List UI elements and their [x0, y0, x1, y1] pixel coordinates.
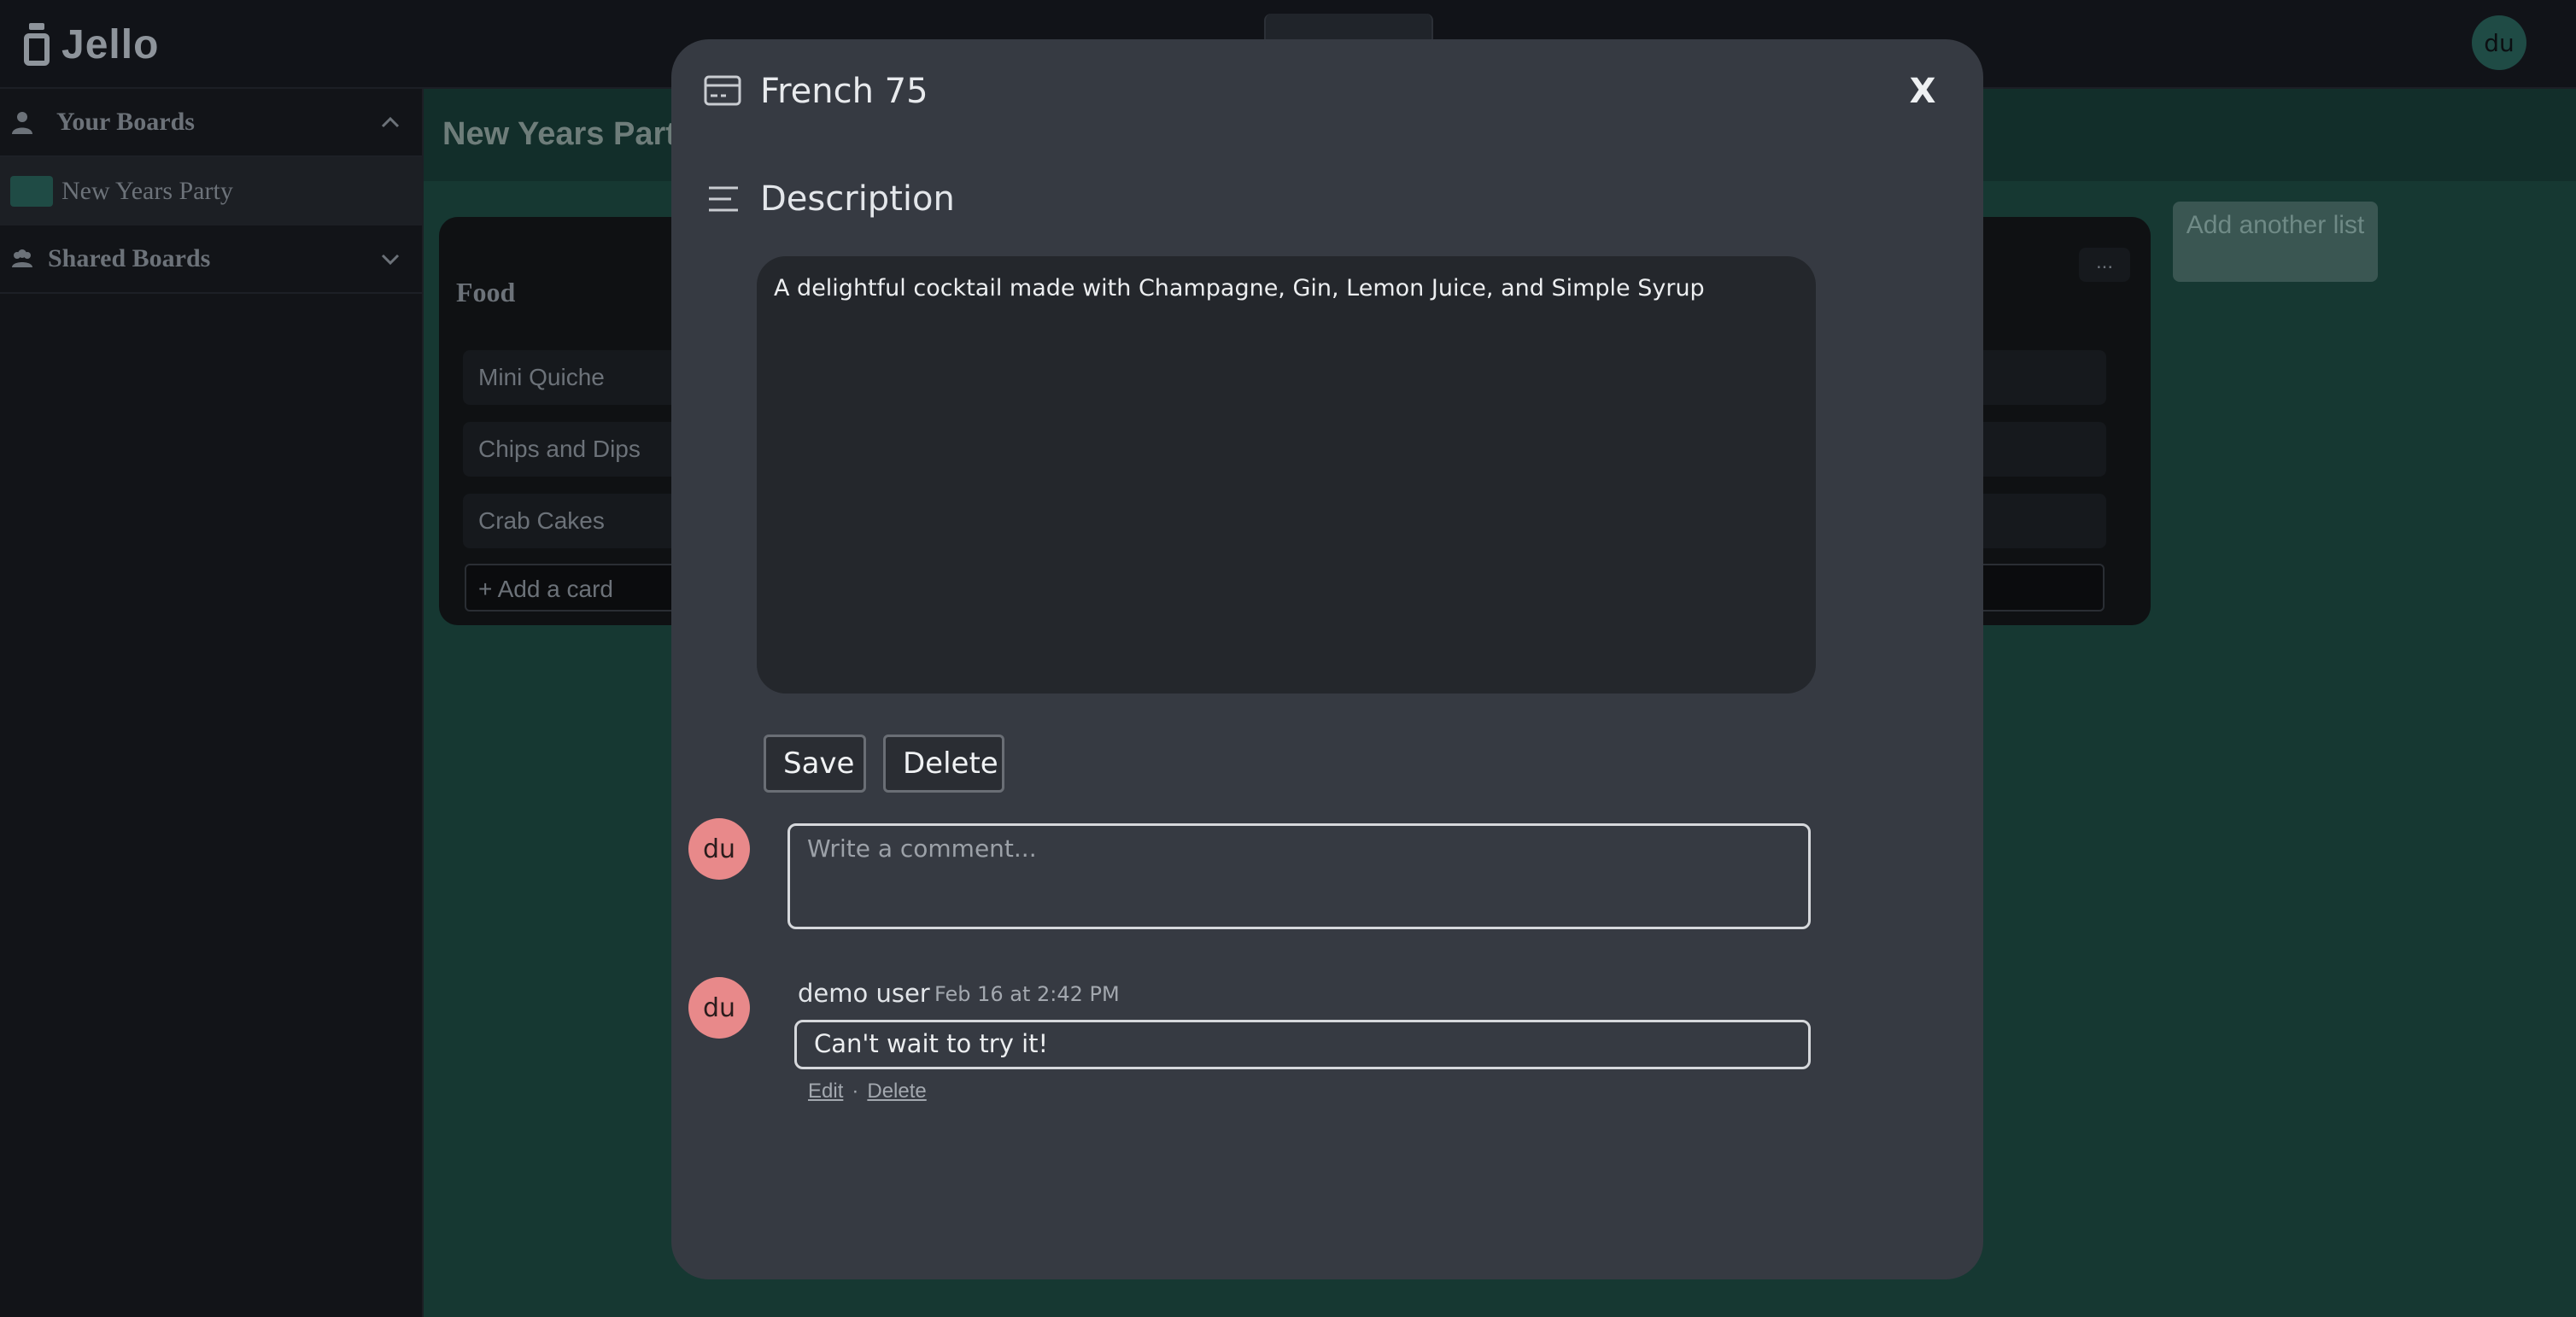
separator: · — [852, 1080, 859, 1103]
board-color-swatch — [10, 176, 53, 207]
comment-text: Can't wait to try it! — [794, 1020, 1811, 1069]
sidebar-item-new-years-party[interactable]: New Years Party — [0, 157, 422, 225]
delete-comment-link[interactable]: Delete — [867, 1080, 926, 1103]
comment-author: demo user — [798, 979, 930, 1008]
description-textarea[interactable]: A delightful cocktail made with Champagn… — [757, 256, 1816, 694]
board-title[interactable]: New Years Party — [442, 116, 694, 153]
user-icon — [10, 110, 34, 134]
app-logo[interactable]: Jello — [24, 20, 159, 68]
list-menu-button[interactable]: ... — [2079, 248, 2130, 282]
edit-comment-link[interactable]: Edit — [808, 1080, 843, 1103]
jar-logo-icon — [24, 23, 50, 66]
credit-card-icon — [704, 75, 741, 106]
add-card-label: + Add a card — [478, 576, 614, 602]
comment-timestamp: Feb 16 at 2:42 PM — [934, 982, 1120, 1006]
card-detail-modal: French 75 X Description A delightful coc… — [671, 39, 1983, 1279]
app-name: Jello — [61, 21, 160, 67]
sidebar: Your Boards New Years Party Shared Board… — [0, 89, 424, 1317]
shared-boards-label: Shared Boards — [48, 244, 211, 272]
comment-avatar: du — [688, 977, 750, 1039]
card-label: Crab Cakes — [478, 507, 605, 534]
card-title[interactable]: French 75 — [760, 72, 928, 111]
users-icon — [10, 247, 34, 271]
chevron-down-icon[interactable] — [378, 246, 403, 272]
your-boards-header[interactable]: Your Boards — [0, 89, 422, 157]
comment-actions: Edit · Delete — [808, 1080, 927, 1103]
shared-boards-header[interactable]: Shared Boards — [0, 225, 422, 294]
list-title[interactable]: Food — [456, 277, 515, 308]
card-label: Mini Quiche — [478, 364, 605, 390]
card-label: Chips and Dips — [478, 436, 641, 462]
avatar: du — [688, 818, 750, 880]
comment-input[interactable] — [787, 823, 1811, 929]
add-list-button[interactable]: Add another list — [2173, 202, 2378, 282]
your-boards-label: Your Boards — [56, 108, 195, 136]
save-button[interactable]: Save — [764, 735, 866, 793]
close-button[interactable]: X — [1901, 72, 1944, 111]
user-avatar[interactable]: du — [2472, 15, 2526, 70]
sidebar-item-label: New Years Party — [61, 177, 233, 205]
delete-card-button[interactable]: Delete — [883, 735, 1004, 793]
description-icon — [707, 184, 740, 214]
description-heading: Description — [760, 179, 955, 219]
chevron-up-icon[interactable] — [378, 109, 403, 135]
